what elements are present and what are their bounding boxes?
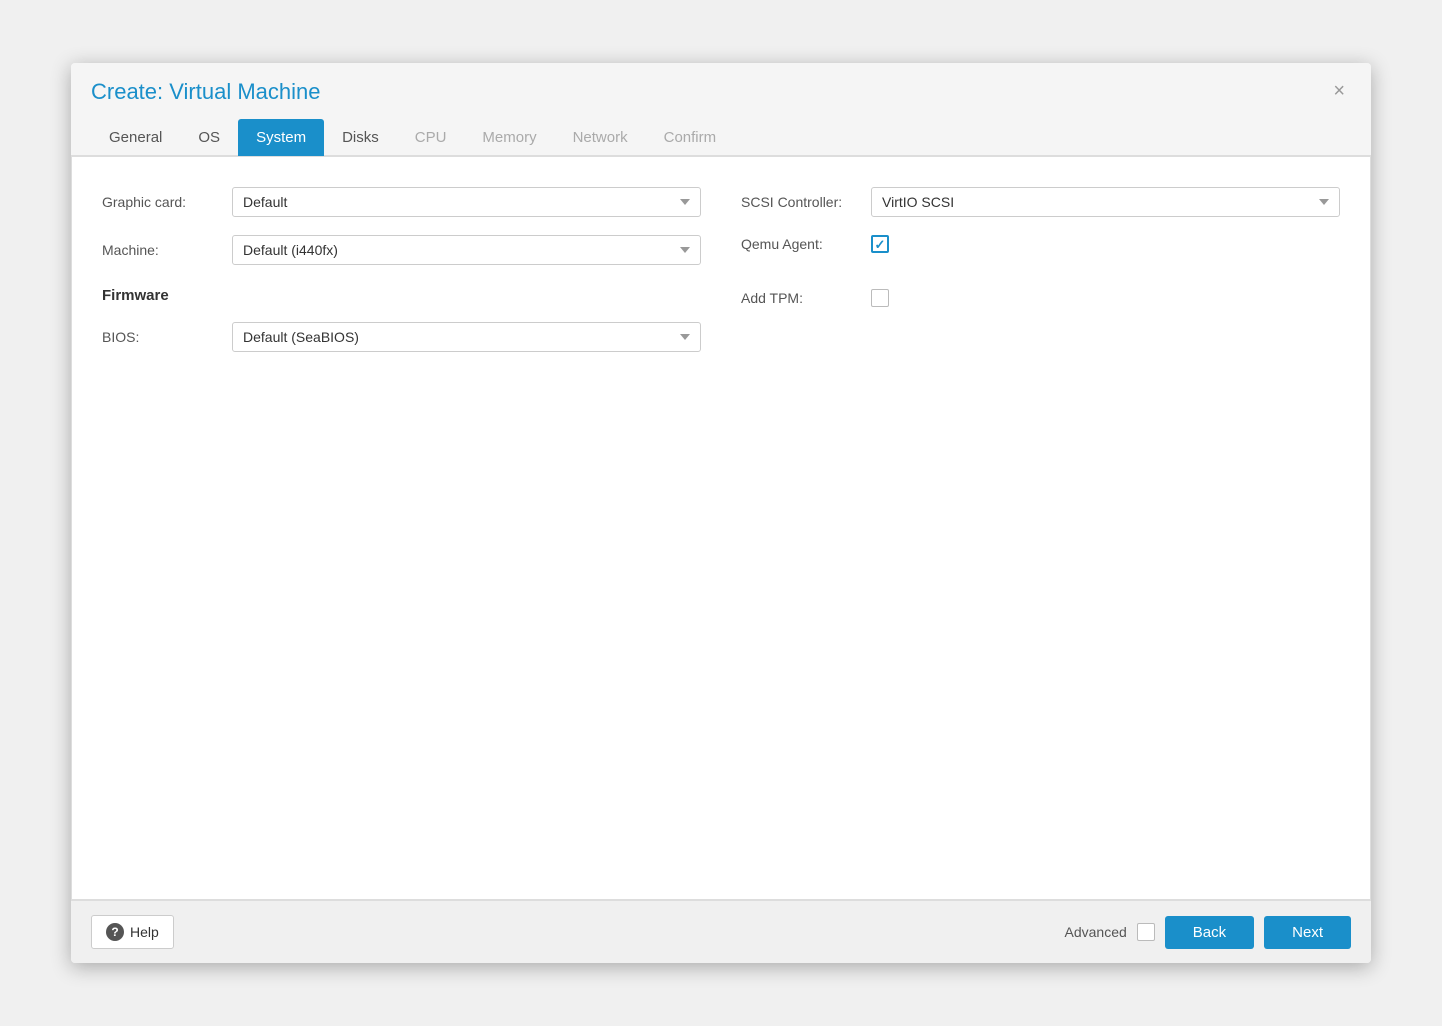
form-grid: Graphic card: Default VirtIO-GPU VMware … [102, 187, 1340, 370]
add-tpm-label: Add TPM: [741, 290, 871, 306]
add-tpm-checkbox[interactable] [871, 289, 889, 307]
tab-disks[interactable]: Disks [324, 119, 397, 156]
bios-row: BIOS: Default (SeaBIOS) OVMF (UEFI) [102, 322, 701, 352]
scsi-controller-select[interactable]: VirtIO SCSI LSI 53C895A MegaRAID SAS 870… [871, 187, 1340, 217]
bios-label: BIOS: [102, 329, 232, 345]
graphic-card-label: Graphic card: [102, 194, 232, 210]
tab-confirm: Confirm [646, 119, 735, 156]
advanced-label: Advanced [1065, 924, 1127, 940]
graphic-card-row: Graphic card: Default VirtIO-GPU VMware … [102, 187, 701, 217]
qemu-agent-label: Qemu Agent: [741, 236, 871, 252]
add-tpm-row: Add TPM: [741, 289, 1340, 307]
dialog-header: Create: Virtual Machine × [71, 63, 1371, 119]
tab-cpu: CPU [397, 119, 465, 156]
help-icon: ? [106, 923, 124, 941]
add-tpm-checkbox-wrap [871, 289, 889, 307]
tab-memory: Memory [464, 119, 554, 156]
machine-label: Machine: [102, 242, 232, 258]
footer-right: Advanced Back Next [1065, 916, 1351, 949]
form-left: Graphic card: Default VirtIO-GPU VMware … [102, 187, 701, 370]
graphic-card-select[interactable]: Default VirtIO-GPU VMware compatible Cir… [232, 187, 701, 217]
advanced-checkbox[interactable] [1137, 923, 1155, 941]
tab-bar: General OS System Disks CPU Memory Netwo… [71, 119, 1371, 156]
dialog-body: Graphic card: Default VirtIO-GPU VMware … [71, 156, 1371, 900]
back-button[interactable]: Back [1165, 916, 1254, 949]
qemu-agent-row: Qemu Agent: [741, 235, 1340, 253]
help-button[interactable]: ? Help [91, 915, 174, 949]
form-right: SCSI Controller: VirtIO SCSI LSI 53C895A… [741, 187, 1340, 370]
qemu-agent-checkbox[interactable] [871, 235, 889, 253]
tab-general[interactable]: General [91, 119, 180, 156]
help-label: Help [130, 924, 159, 940]
dialog-footer: ? Help Advanced Back Next [71, 900, 1371, 963]
qemu-agent-checkbox-wrap [871, 235, 889, 253]
tab-os[interactable]: OS [180, 119, 238, 156]
bios-select[interactable]: Default (SeaBIOS) OVMF (UEFI) [232, 322, 701, 352]
machine-row: Machine: Default (i440fx) q35 virt [102, 235, 701, 265]
machine-select[interactable]: Default (i440fx) q35 virt [232, 235, 701, 265]
create-vm-dialog: Create: Virtual Machine × General OS Sys… [71, 63, 1371, 963]
scsi-controller-label: SCSI Controller: [741, 194, 871, 210]
next-button[interactable]: Next [1264, 916, 1351, 949]
firmware-heading: Firmware [102, 287, 701, 304]
scsi-controller-row: SCSI Controller: VirtIO SCSI LSI 53C895A… [741, 187, 1340, 217]
dialog-title: Create: Virtual Machine [91, 79, 321, 119]
close-button[interactable]: × [1327, 79, 1351, 103]
tab-system[interactable]: System [238, 119, 324, 156]
tab-network: Network [555, 119, 646, 156]
